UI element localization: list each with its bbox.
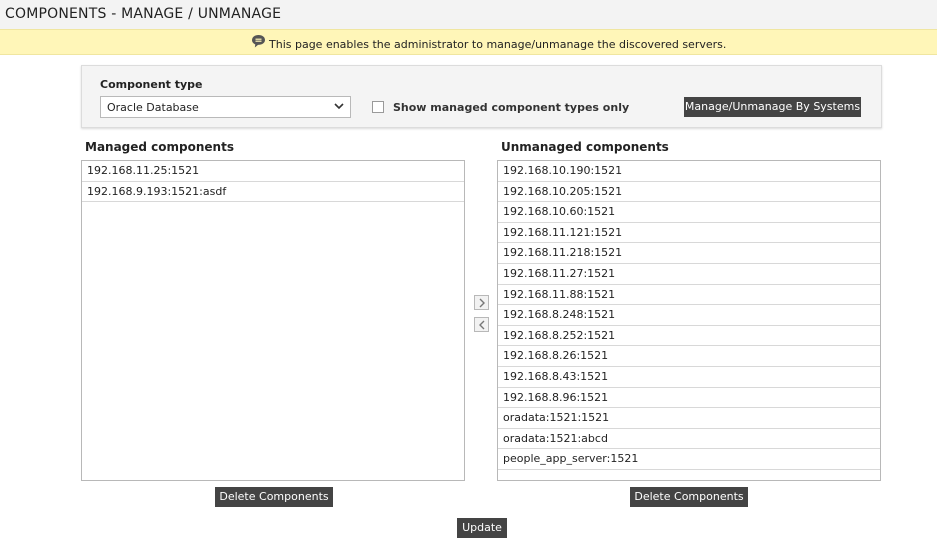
list-item[interactable]: oradata:1521:1521: [498, 408, 880, 429]
update-button[interactable]: Update: [457, 518, 507, 538]
delete-managed-button[interactable]: Delete Components: [215, 487, 333, 507]
move-to-unmanaged-button[interactable]: [474, 317, 489, 332]
unmanaged-components-list[interactable]: 192.168.10.190:1521 192.168.10.205:1521 19…: [497, 160, 881, 481]
managed-components-list[interactable]: 192.168.11.25:1521 192.168.9.193:1521:asd…: [81, 160, 465, 481]
list-item[interactable]: 192.168.8.43:1521: [498, 367, 880, 388]
managed-components-title: Managed components: [85, 140, 234, 154]
list-item[interactable]: 192.168.10.60:1521: [498, 202, 880, 223]
list-item[interactable]: people_app_server:1521: [498, 449, 880, 470]
manage-by-systems-button[interactable]: Manage/Unmanage By Systems: [684, 97, 861, 117]
speech-bubble-icon: [251, 34, 266, 49]
list-item[interactable]: 192.168.8.96:1521: [498, 388, 880, 409]
info-bar: This page enables the administrator to m…: [0, 29, 937, 55]
list-item[interactable]: 192.168.10.190:1521: [498, 161, 880, 182]
page-title: COMPONENTS - MANAGE / UNMANAGE: [5, 6, 282, 22]
unmanaged-components-title: Unmanaged components: [501, 140, 669, 154]
list-item[interactable]: 192.168.11.25:1521: [82, 161, 464, 182]
list-item[interactable]: 192.168.11.88:1521: [498, 285, 880, 306]
move-to-managed-button[interactable]: [474, 295, 489, 310]
component-type-label: Component type: [100, 78, 203, 91]
chevron-left-icon: [479, 320, 485, 330]
component-type-value: Oracle Database: [107, 101, 199, 114]
list-item[interactable]: 192.168.11.27:1521: [498, 264, 880, 285]
list-item[interactable]: oradata:1521:abcd: [498, 429, 880, 450]
list-item[interactable]: 192.168.8.26:1521: [498, 346, 880, 367]
show-managed-only-checkbox[interactable]: [372, 101, 384, 113]
filter-panel: Component type Oracle Database Show mana…: [81, 65, 882, 128]
component-type-select[interactable]: Oracle Database: [100, 96, 351, 118]
show-managed-only-label: Show managed component types only: [393, 101, 630, 114]
chevron-right-icon: [479, 298, 485, 308]
list-item[interactable]: 192.168.8.248:1521: [498, 305, 880, 326]
list-item[interactable]: 192.168.11.121:1521: [498, 223, 880, 244]
list-item[interactable]: 192.168.8.252:1521: [498, 326, 880, 347]
delete-unmanaged-button[interactable]: Delete Components: [630, 487, 748, 507]
chevron-down-icon: [334, 101, 344, 111]
list-item[interactable]: 192.168.11.218:1521: [498, 243, 880, 264]
list-item[interactable]: 192.168.10.205:1521: [498, 182, 880, 203]
list-item[interactable]: 192.168.9.193:1521:asdf: [82, 182, 464, 203]
title-bar: COMPONENTS - MANAGE / UNMANAGE: [0, 0, 937, 29]
info-message: This page enables the administrator to m…: [269, 38, 727, 51]
